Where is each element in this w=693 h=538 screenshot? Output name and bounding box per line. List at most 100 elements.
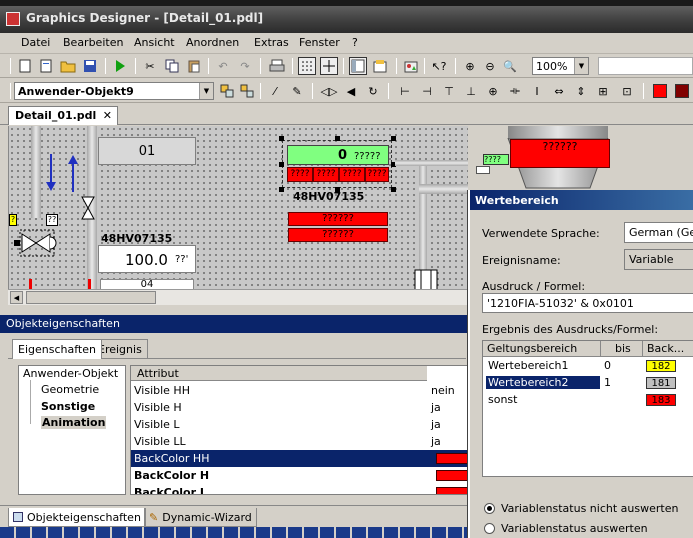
menu-extras[interactable]: Extras [254, 36, 289, 49]
valve-symbol[interactable]: ? ?? [9, 214, 59, 259]
table-row[interactable]: BackColor H [131, 467, 467, 484]
run-icon[interactable] [111, 57, 129, 75]
print-icon[interactable] [268, 57, 286, 75]
grid-icon[interactable] [298, 57, 316, 75]
table-row[interactable]: BackColor L [131, 484, 467, 494]
table-row-selected[interactable]: BackColor HH [131, 450, 467, 467]
selected-object[interactable]: 0 ????? ???? ???? ???? ???? [282, 140, 392, 188]
group-icon[interactable] [218, 82, 236, 100]
selection-handle[interactable] [391, 187, 396, 192]
close-icon[interactable]: ✕ [103, 109, 112, 122]
range-color[interactable]: 182 [646, 360, 676, 372]
expression-field[interactable]: '1210FIA-51032' & 0x0101 [482, 293, 693, 313]
range-row-selected[interactable]: Wertebereich2 1 181 [483, 375, 693, 392]
chevron-down-icon[interactable]: ▼ [574, 58, 588, 74]
distribute-horizontal-icon[interactable]: ⟛ [506, 82, 524, 100]
new-icon[interactable] [16, 57, 34, 75]
tree-item-animation[interactable]: Animation [41, 416, 107, 429]
range-table[interactable]: Geltungsbereich bis Back... Wertebereich… [482, 340, 693, 477]
ungroup-icon[interactable] [238, 82, 256, 100]
menu-anordnen[interactable]: Anordnen [186, 36, 239, 49]
undo-icon[interactable]: ↶ [214, 57, 232, 75]
tree-item-geometrie[interactable]: Geometrie [41, 383, 99, 396]
paste-icon[interactable] [185, 57, 203, 75]
rotate-icon[interactable]: ↻ [364, 82, 382, 100]
align-left-icon[interactable]: ⊢ [396, 82, 414, 100]
toolbar-field-right[interactable] [598, 57, 693, 75]
align-top-icon[interactable]: ⊤ [440, 82, 458, 100]
flip-horizontal-icon[interactable]: ◁▷ [320, 82, 338, 100]
color-swatch[interactable] [436, 453, 467, 464]
menu-fenster[interactable]: Fenster [299, 36, 340, 49]
attribute-table[interactable]: Attribut Visible HH nein Visible H ja Visi… [130, 365, 468, 495]
selection-handle[interactable] [279, 187, 284, 192]
tree-item-anwender-objekt[interactable]: Anwender-Objekt [23, 367, 118, 380]
save-icon[interactable] [81, 57, 99, 75]
align-bottom-icon[interactable]: ⊥ [462, 82, 480, 100]
selection-handle[interactable] [335, 136, 340, 141]
color-swatch[interactable] [436, 487, 467, 494]
field-04[interactable]: 04 [100, 279, 194, 289]
distribute-vertical-icon[interactable]: Ⅰ [528, 82, 546, 100]
selection-handle[interactable] [391, 136, 396, 141]
selection-handle[interactable] [279, 162, 284, 167]
drawing-canvas[interactable]: 01 ? ?? 48HV07135 100.0 ??' 04 0 ????? ?… [8, 126, 468, 289]
zoom-in-icon[interactable]: ⊕ [461, 57, 479, 75]
col-bis[interactable]: bis [601, 341, 643, 357]
redo-icon[interactable]: ↷ [236, 57, 254, 75]
tab-objekteigenschaften[interactable]: Objekteigenschaften [8, 508, 146, 527]
table-row[interactable]: Visible L ja [131, 416, 467, 433]
library-icon[interactable] [402, 57, 420, 75]
table-row[interactable]: Visible HH nein [131, 382, 467, 399]
open-folder-icon[interactable] [59, 57, 77, 75]
attribute-column-header[interactable]: Attribut [131, 366, 427, 381]
layout-icon[interactable] [349, 57, 367, 75]
darkred-color-icon[interactable] [673, 82, 691, 100]
copy-icon[interactable] [163, 57, 181, 75]
same-size-icon[interactable]: ⊞ [594, 82, 612, 100]
table-row[interactable]: Visible H ja [131, 399, 467, 416]
same-height-icon[interactable]: ⇕ [572, 82, 590, 100]
center-icon[interactable]: ⊡ [618, 82, 636, 100]
value-display-100[interactable]: 100.0 ??' [98, 245, 196, 273]
menu-bearbeiten[interactable]: Bearbeiten [63, 36, 123, 49]
new-project-icon[interactable] [37, 57, 55, 75]
scroll-left-icon[interactable]: ◀ [10, 291, 23, 304]
radio-status-on[interactable] [484, 523, 495, 534]
snap-grid-icon[interactable] [320, 57, 338, 75]
cut-icon[interactable]: ✂ [141, 57, 159, 75]
palette-icon[interactable] [371, 57, 389, 75]
zoom-area-icon[interactable]: 🔍 [501, 57, 519, 75]
range-color[interactable]: 181 [646, 377, 676, 389]
object-tree[interactable]: Anwender-Objekt Geometrie Sonstige Anima… [18, 365, 126, 495]
zoom-select[interactable]: 100% ▼ [532, 57, 589, 75]
tab-eigenschaften[interactable]: Eigenschaften [12, 339, 102, 359]
radio-status-off[interactable] [484, 503, 495, 514]
document-tab[interactable]: Detail_01.pdl ✕ [8, 106, 118, 125]
align-right-icon[interactable]: ⊣ [418, 82, 436, 100]
eyedropper-icon[interactable]: ⁄ [266, 82, 284, 100]
menu-ansicht[interactable]: Ansicht [134, 36, 175, 49]
color-swatch[interactable] [436, 470, 467, 481]
col-backcolor[interactable]: Back... [643, 341, 693, 357]
selection-handle[interactable] [279, 136, 284, 141]
flip-vertical-icon[interactable]: ◀ [342, 82, 360, 100]
scroll-thumb[interactable] [26, 291, 156, 304]
range-color[interactable]: 183 [646, 394, 676, 406]
tank[interactable]: ?????? [500, 126, 612, 190]
zoom-out-icon[interactable]: ⊖ [481, 57, 499, 75]
chevron-down-icon[interactable]: ▼ [199, 83, 213, 99]
red-color-icon[interactable] [651, 82, 669, 100]
field-01[interactable]: 01 [98, 137, 196, 165]
pointer-help-icon[interactable]: ↖? [430, 57, 448, 75]
object-select[interactable]: Anwender-Objekt9 ▼ [14, 82, 214, 100]
center-horizontal-icon[interactable]: ⊕ [484, 82, 502, 100]
canvas-scrollbar-horizontal[interactable]: ◀ [8, 289, 468, 305]
range-row[interactable]: sonst 183 [483, 392, 693, 409]
same-width-icon[interactable]: ⇔ [550, 82, 568, 100]
menu-help[interactable]: ? [352, 36, 358, 49]
table-row[interactable]: Visible LL ja [131, 433, 467, 450]
brush-icon[interactable]: ✎ [288, 82, 306, 100]
language-field[interactable]: German (Germany) [624, 222, 693, 243]
range-row[interactable]: Wertebereich1 0 182 [483, 358, 693, 375]
